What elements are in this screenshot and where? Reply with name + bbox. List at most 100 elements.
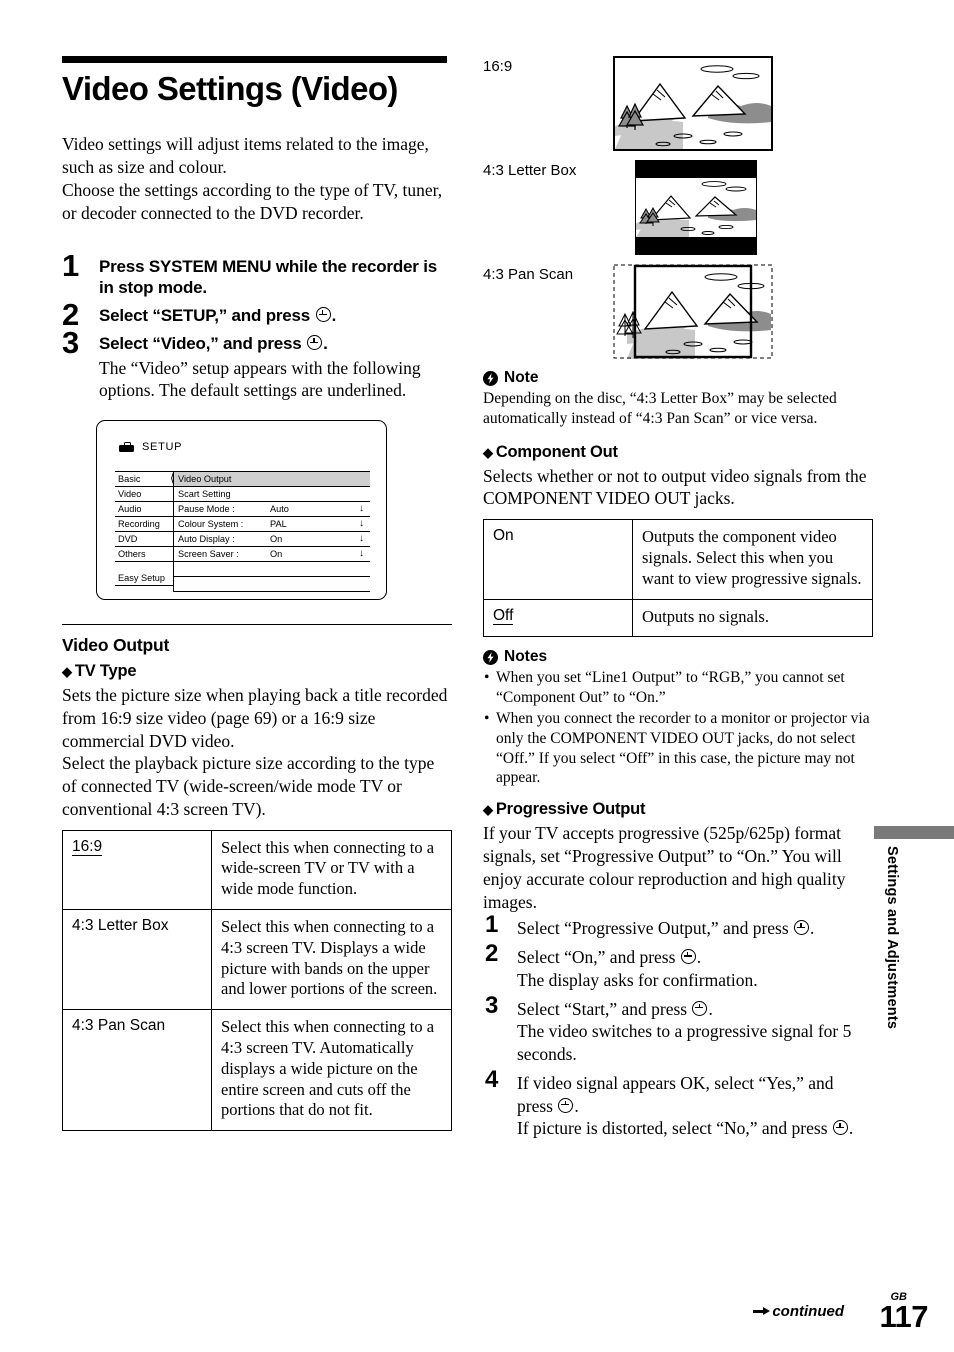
subsection-label: Component Out: [495, 442, 618, 461]
note-heading: Note: [483, 369, 873, 387]
step-text-a: Select “Start,” and press: [517, 998, 688, 1019]
osd-row-video-output[interactable]: Video Output: [174, 471, 370, 488]
osd-row-key: Scart Setting: [178, 488, 231, 499]
intro-paragraph: Video settings will adjust items related…: [62, 133, 443, 224]
diamond-bullet-icon: ◆: [483, 444, 493, 460]
note-body: Depending on the disc, “4:3 Letter Box” …: [483, 390, 837, 427]
osd-menu: Basic Video Audio Recording DVD Others E…: [115, 471, 370, 593]
osd-row-value: On: [270, 548, 283, 559]
osd-category-basic[interactable]: Basic: [115, 471, 173, 488]
option-desc: Select this when connecting to a wide-sc…: [211, 829, 452, 911]
osd-row-screen-saver[interactable]: Screen Saver : On ↓: [174, 547, 370, 563]
osd-frame: SETUP Basic Video Audio Recording DVD Ot…: [96, 420, 387, 601]
illustration-label: 16:9: [483, 58, 513, 75]
notes-list: When you set “Line1 Output” to “RGB,” yo…: [483, 668, 873, 788]
osd-category-video[interactable]: Video: [115, 487, 173, 503]
note-bolt-icon: [483, 649, 498, 665]
enter-button-icon: [832, 1120, 848, 1136]
landscape-illustration-letterbox: [635, 160, 757, 255]
step-heading: Press SYSTEM MENU while the recorder is …: [99, 256, 437, 297]
manual-page: Video Settings (Video) Video settings wi…: [0, 0, 954, 1352]
table-row: 4:3 Letter Box Select this when connecti…: [62, 909, 452, 1011]
osd-row-arrow: ↓: [359, 517, 364, 529]
osd-row-arrow: [332, 474, 370, 485]
scene-16-9: [613, 56, 773, 151]
step-heading-suffix: .: [331, 306, 337, 326]
osd-row-key: Screen Saver :: [178, 548, 239, 559]
step-number: 3: [62, 325, 80, 361]
osd-category-audio[interactable]: Audio: [115, 502, 173, 518]
enter-button-icon: [794, 920, 810, 936]
subsection-label: Progressive Output: [495, 800, 646, 819]
left-column: Video Settings (Video) Video settings wi…: [62, 56, 452, 1132]
step-text-a: Select “On,” and press: [517, 947, 676, 967]
osd-row-colour-system[interactable]: Colour System : PAL ↓: [174, 517, 370, 533]
enter-button-icon: [692, 1000, 708, 1016]
osd-row-auto-display[interactable]: Auto Display : On ↓: [174, 532, 370, 548]
osd-row-pause-mode[interactable]: Pause Mode : Auto ↓: [174, 502, 370, 518]
step-item: 1 Select “Progressive Output,” and press…: [483, 913, 873, 940]
osd-row-value: [270, 474, 332, 485]
osd-title: SETUP: [119, 441, 182, 453]
setup-menu-screenshot: SETUP Basic Video Audio Recording DVD Ot…: [96, 420, 452, 601]
step-number: 3: [485, 991, 499, 1019]
option-key: On: [483, 519, 633, 600]
osd-row-arrow: ↓: [359, 502, 364, 514]
illustration-row-letterbox: 4:3 Letter Box: [483, 160, 873, 255]
subsection-label: TV Type: [74, 662, 137, 681]
table-row: On Outputs the component video signals. …: [483, 519, 873, 600]
enter-button-icon: [558, 1097, 574, 1113]
osd-row-scart-setting[interactable]: Scart Setting: [174, 487, 370, 503]
osd-row-key: Colour System :: [178, 518, 244, 529]
step-item: 2 Select “SETUP,” and press .: [62, 299, 452, 330]
osd-row-value: Auto: [270, 503, 289, 514]
notes-block-component-out: Notes When you set “Line1 Output” to “RG…: [483, 648, 873, 788]
step-text-b: .: [810, 918, 815, 939]
page-title: Video Settings (Video): [62, 70, 398, 107]
option-key: Off: [483, 598, 633, 638]
page-number: 117: [879, 1299, 928, 1334]
step-heading: Select “SETUP,” and press .: [99, 305, 452, 326]
subsection-heading-tv-type: ◆ TV Type: [62, 662, 452, 681]
continued-marker: continued: [753, 1303, 844, 1320]
osd-row-value: On: [270, 533, 283, 544]
osd-category-dvd[interactable]: DVD: [115, 532, 173, 548]
landscape-illustration-wide: [613, 56, 773, 151]
arrow-right-icon: [753, 1307, 771, 1316]
osd-option-list: Video Output Scart Setting Pause Mode : …: [173, 471, 370, 593]
right-column: 16:9 4:3 Letter Box 4:3 Pan Scan Note De…: [483, 56, 873, 1146]
osd-row-blank: [174, 562, 370, 578]
step-heading: Select “Video,” and press .: [99, 333, 452, 354]
osd-category-others[interactable]: Others: [115, 547, 173, 563]
step-text: If video signal appears OK, select “Yes,…: [517, 1072, 854, 1139]
step-number: 2: [485, 940, 499, 967]
osd-row-key: Video Output: [178, 473, 232, 484]
option-key: 16:9: [62, 829, 212, 911]
osd-row-value: [270, 489, 332, 500]
continued-label: continued: [772, 1303, 844, 1320]
subsection-heading-component-out: ◆ Component Out: [483, 443, 873, 462]
component-out-options-table: On Outputs the component video signals. …: [483, 519, 873, 638]
step-text: Select “Start,” and press . The video swi…: [517, 998, 873, 1066]
osd-row-value: PAL: [270, 518, 287, 529]
option-key-label: Off: [493, 606, 514, 625]
step-heading-text: Select “SETUP,” and press: [99, 306, 311, 326]
note-heading-label: Note: [504, 369, 539, 386]
setup-steps-list: 1 Press SYSTEM MENU while the recorder i…: [62, 250, 452, 403]
osd-row-blank: [174, 577, 370, 593]
notes-heading: Notes: [483, 648, 873, 666]
section-heading-video-output: Video Output: [62, 635, 170, 656]
step-item: 3 Select “Video,” and press . The “Video…: [62, 327, 452, 402]
landscape-illustration-panscan: [613, 264, 773, 359]
diamond-bullet-icon: ◆: [62, 664, 72, 680]
osd-category-gap: [115, 562, 173, 571]
step-item: 3 Select “Start,” and press . The video s…: [483, 993, 873, 1066]
option-key: 4:3 Pan Scan: [62, 1009, 212, 1132]
option-desc: Outputs the component video signals. Sel…: [632, 519, 873, 600]
osd-category-recording[interactable]: Recording: [115, 517, 173, 533]
table-row: 16:9 Select this when connecting to a wi…: [62, 829, 452, 911]
option-desc: Outputs no signals.: [632, 598, 873, 638]
osd-category-list: Basic Video Audio Recording DVD Others E…: [115, 471, 173, 592]
osd-category-easy-setup[interactable]: Easy Setup: [115, 571, 173, 587]
side-tab-label: Settings and Adjustments: [884, 846, 900, 1030]
